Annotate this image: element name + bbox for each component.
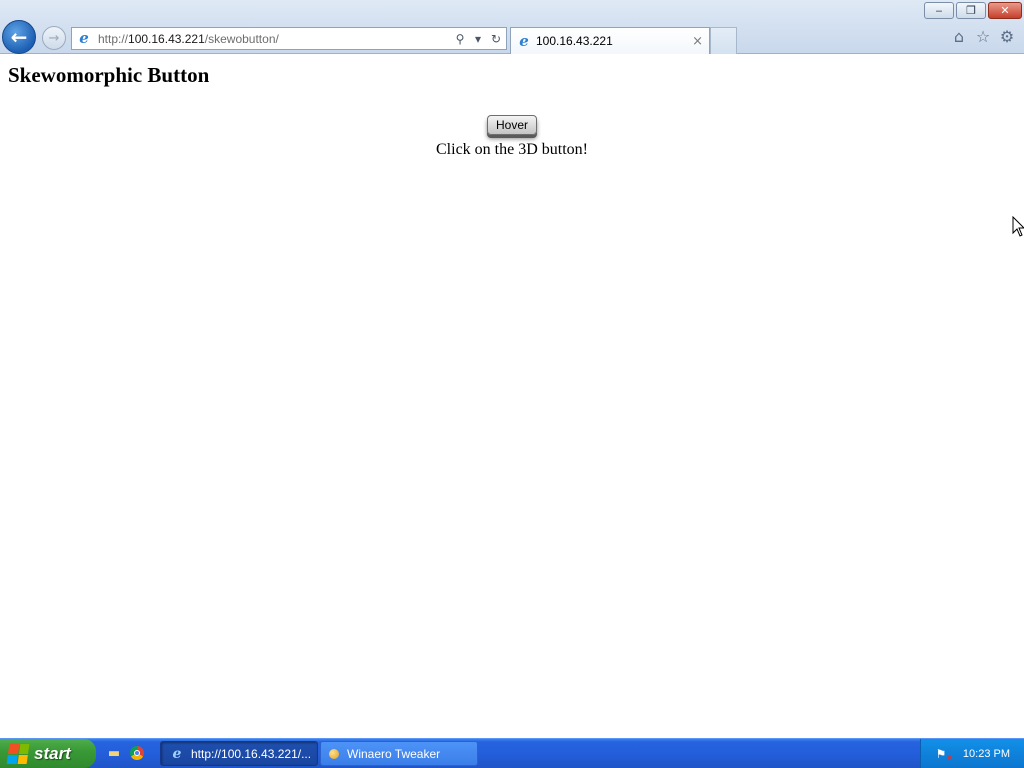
windows-logo-icon (6, 743, 30, 764)
taskbar-item-label: Winaero Tweaker (347, 746, 441, 761)
search-icon[interactable]: ⚲ (452, 31, 468, 47)
taskbar-item-browser[interactable]: e http://100.16.43.221/... (160, 741, 318, 766)
instruction-text: Click on the 3D button! (436, 141, 588, 158)
ie-icon: e (172, 745, 182, 762)
new-tab-button[interactable] (710, 27, 737, 54)
favorites-icon[interactable]: ☆ (974, 27, 992, 46)
home-icon[interactable]: ⌂ (950, 27, 968, 46)
url-path: /skewobutton/ (204, 31, 279, 46)
tab-close-icon[interactable]: × (692, 34, 703, 49)
forward-button[interactable]: → (42, 26, 66, 50)
url-text[interactable]: http://100.16.43.221/skewobutton/ (98, 32, 452, 46)
start-button[interactable]: start (0, 739, 96, 768)
clock[interactable]: 10:23 PM (963, 748, 1010, 760)
address-bar[interactable]: e http://100.16.43.221/skewobutton/ ⚲ ▾ … (71, 27, 507, 50)
ie-tab-icon: e (519, 31, 529, 50)
tab-title: 100.16.43.221 (536, 34, 613, 48)
ie-page-icon: e (79, 29, 89, 47)
url-host: 100.16.43.221 (128, 31, 205, 46)
taskbar-item-label: http://100.16.43.221/... (191, 746, 312, 761)
quick-launch: ▬ (104, 744, 144, 762)
button-container: Hover (0, 115, 1024, 135)
tab-active[interactable]: e 100.16.43.221 × (510, 27, 710, 54)
system-tray: ⚑ 10:23 PM (920, 739, 1024, 768)
gear-icon[interactable]: ⚙ (998, 27, 1016, 46)
taskbar-item-tweaker[interactable]: Winaero Tweaker (320, 741, 478, 766)
back-button[interactable]: ← (2, 20, 36, 54)
page-content: Skewomorphic Button Hover Click on the 3… (0, 55, 1024, 738)
browser-tools: ⌂ ☆ ⚙ (950, 27, 1016, 46)
start-label: start (34, 743, 71, 763)
restore-button[interactable]: ❐ (956, 2, 986, 19)
folder-icon[interactable]: ▬ (104, 744, 124, 762)
close-window-button[interactable]: ✕ (988, 2, 1022, 19)
dropdown-icon[interactable]: ▾ (470, 31, 486, 47)
window-controls: ‒ ❐ ✕ (924, 2, 1022, 19)
url-scheme: http:// (98, 31, 129, 46)
mouse-cursor-icon (1012, 216, 1024, 237)
action-center-flag-icon[interactable]: ⚑ (933, 747, 953, 764)
page-title: Skewomorphic Button (8, 63, 210, 87)
taskbar: start ▬ e http://100.16.43.221/... Winae… (0, 738, 1024, 768)
hover-3d-button[interactable]: Hover (486, 115, 537, 135)
minimize-button[interactable]: ‒ (924, 2, 954, 19)
refresh-icon[interactable]: ↻ (488, 31, 504, 47)
tweaker-icon (329, 748, 339, 759)
chrome-icon[interactable] (130, 746, 144, 760)
browser-toolbar: ‒ ❐ ✕ ← → e http://100.16.43.221/skewobu… (0, 0, 1024, 54)
